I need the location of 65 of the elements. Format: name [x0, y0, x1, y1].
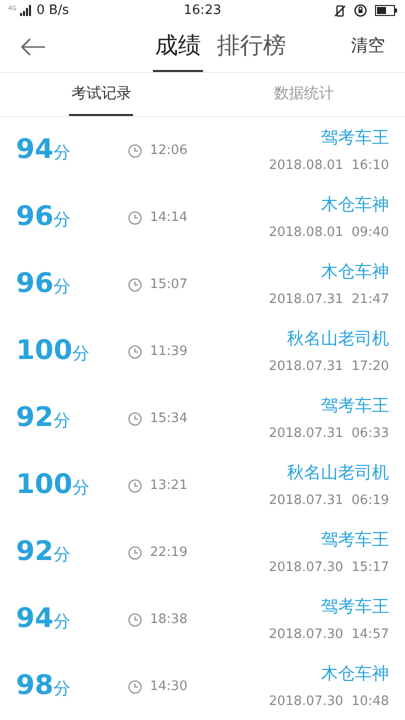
user-name: 木仓车神 — [321, 261, 389, 284]
rotation-lock-icon — [354, 4, 367, 18]
score-value: 96 — [16, 267, 54, 302]
score-unit: 分 — [54, 142, 71, 166]
back-arrow-icon — [20, 38, 46, 56]
score-value: 94 — [16, 602, 54, 636]
clock-icon — [128, 278, 142, 292]
clock-icon — [128, 412, 142, 426]
user-name: 木仓车神 — [321, 194, 389, 217]
clear-button[interactable]: 清空 — [351, 34, 385, 60]
exam-duration: 13:21 — [150, 476, 188, 495]
score-value: 100 — [16, 468, 72, 502]
exam-duration: 22:19 — [150, 544, 188, 562]
clock-icon — [128, 680, 142, 694]
exam-duration: 14:30 — [150, 678, 188, 696]
user-name: 驾考车王 — [321, 127, 389, 150]
status-time: 16:23 — [184, 3, 222, 18]
network-speed: 0 B/s — [36, 2, 69, 20]
score-value: 96 — [16, 200, 54, 234]
clock-icon — [128, 612, 142, 626]
user-name: 驾考车王 — [321, 596, 389, 619]
exam-duration: 14:14 — [150, 208, 188, 227]
score-unit: 分 — [54, 611, 71, 634]
score-value: 94 — [16, 133, 54, 168]
battery-icon — [375, 5, 397, 16]
record-date: 2018.08.01 16:10 — [268, 156, 389, 174]
score-unit: 分 — [72, 477, 90, 500]
record-date: 2018.07.31 06:33 — [268, 424, 389, 442]
user-name: 秋名山老司机 — [287, 462, 389, 485]
score-unit: 分 — [54, 410, 71, 434]
header-tab[interactable]: 排行榜 — [215, 22, 288, 72]
record-date: 2018.07.31 17:20 — [268, 358, 389, 376]
clock-icon — [128, 546, 142, 560]
exam-duration: 12:06 — [150, 142, 188, 160]
score-unit: 分 — [54, 209, 71, 232]
record-date: 2018.07.30 14:57 — [268, 626, 389, 644]
exam-duration: 15:34 — [150, 410, 188, 428]
clock-icon — [128, 478, 142, 492]
exam-duration: 18:38 — [150, 610, 188, 629]
record-date: 2018.07.31 06:19 — [268, 492, 389, 510]
score-value: 100 — [16, 334, 72, 368]
user-name: 驾考车王 — [321, 395, 389, 418]
user-name: 驾考车王 — [321, 529, 389, 552]
record-date: 2018.07.30 10:48 — [268, 692, 389, 710]
score-value: 92 — [16, 401, 54, 436]
sub-tab[interactable]: 考试记录 — [69, 73, 134, 116]
exam-duration: 15:07 — [150, 276, 188, 294]
user-name: 秋名山老司机 — [287, 328, 389, 351]
clock-icon — [128, 144, 142, 158]
record-date: 2018.08.01 09:40 — [268, 224, 389, 242]
clock-icon — [128, 210, 142, 224]
signal-icon — [20, 5, 32, 16]
record-date: 2018.07.30 15:17 — [268, 558, 389, 576]
score-value: 92 — [16, 535, 54, 570]
exam-duration: 11:39 — [150, 342, 188, 361]
score-unit: 分 — [54, 276, 71, 300]
header-tab[interactable]: 成绩 — [153, 22, 203, 72]
vibrate-off-icon — [334, 4, 346, 17]
record-date: 2018.07.31 21:47 — [268, 290, 389, 308]
user-name: 木仓车神 — [321, 663, 389, 686]
score-value: 98 — [16, 669, 54, 704]
score-unit: 分 — [72, 343, 90, 366]
score-unit: 分 — [54, 544, 71, 568]
score-unit: 分 — [54, 678, 71, 702]
clock-icon — [128, 344, 142, 358]
